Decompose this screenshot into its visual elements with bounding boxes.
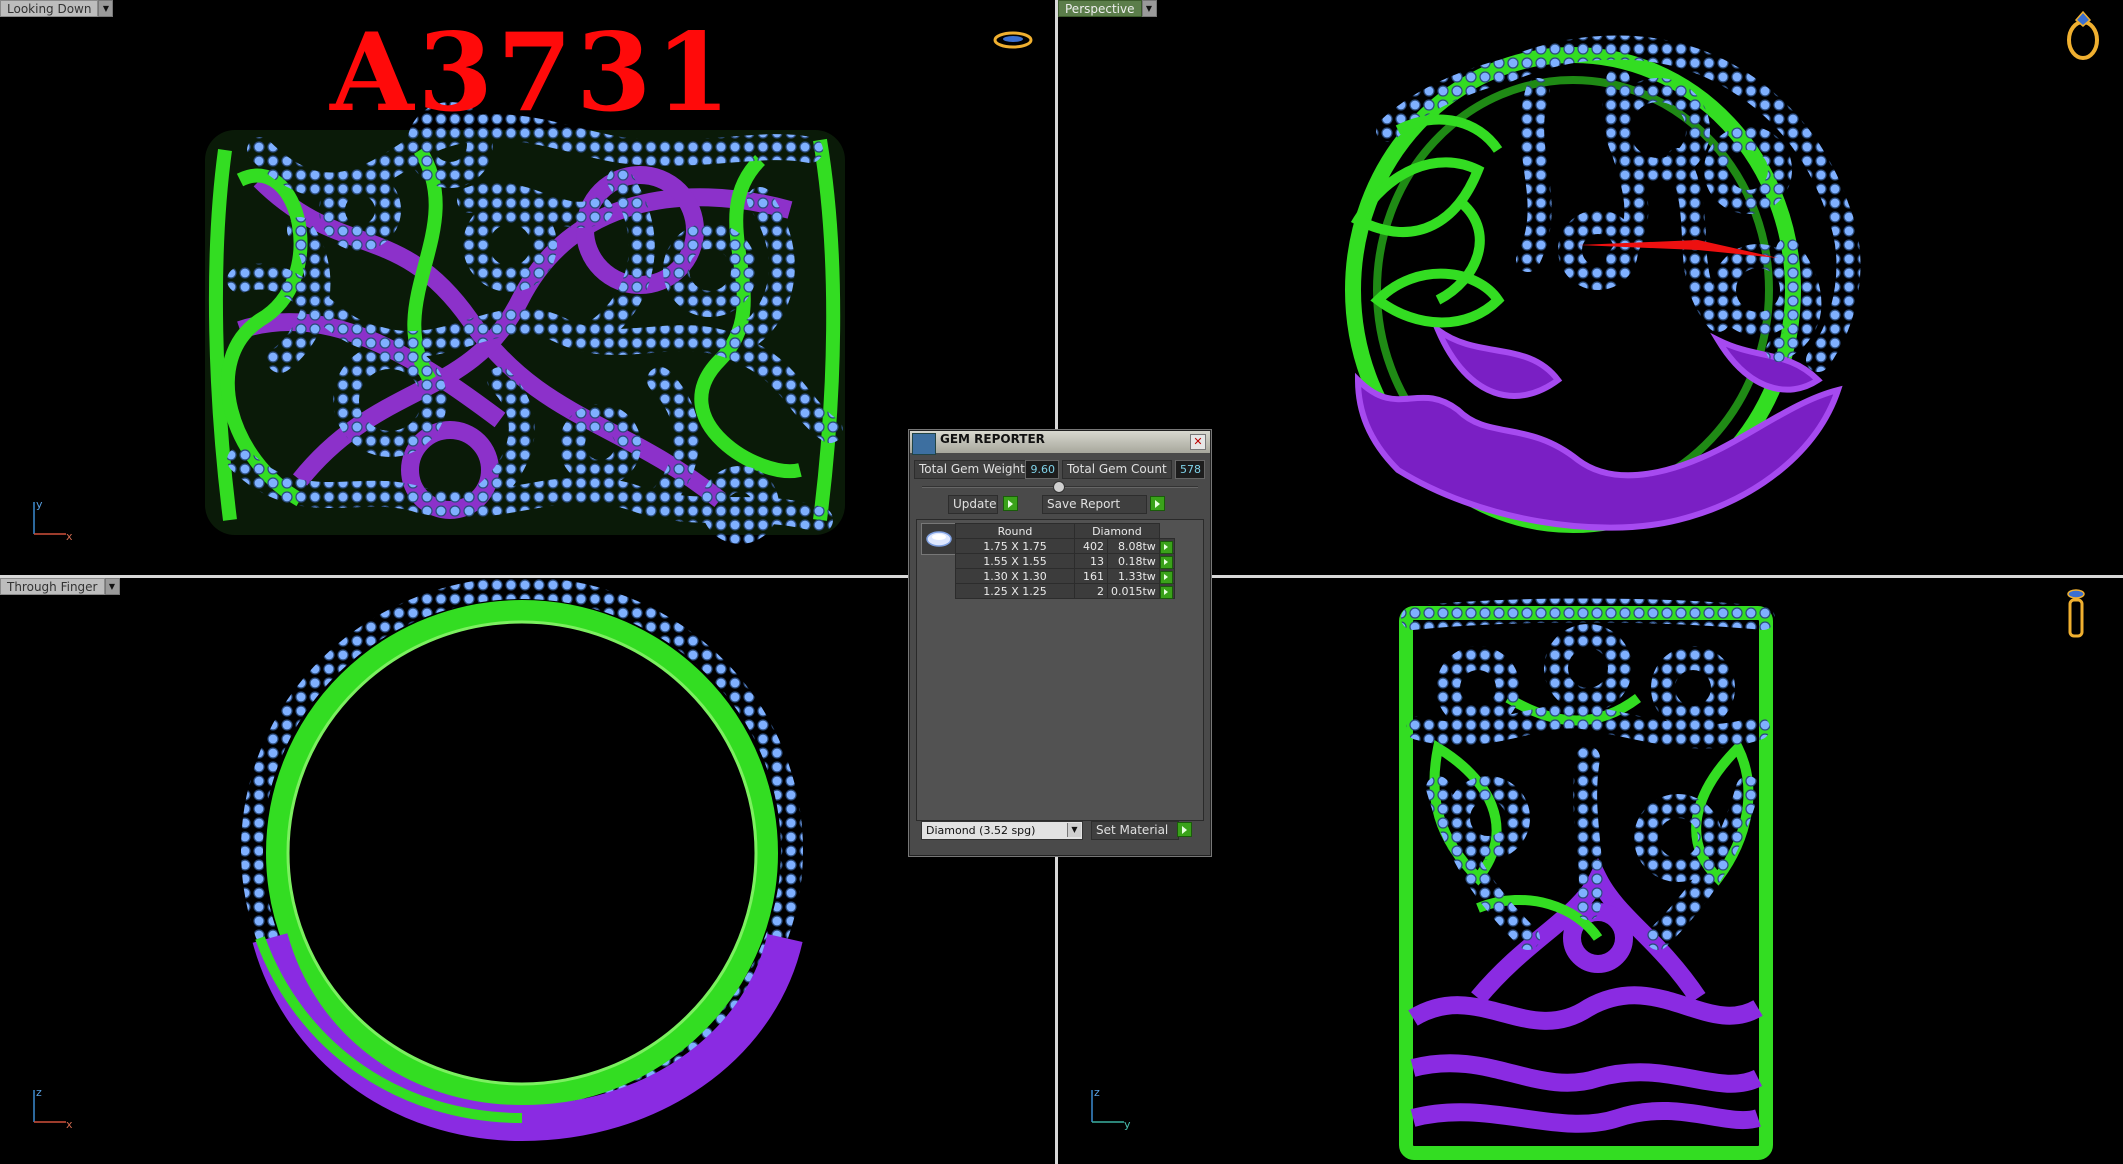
axis-indicator-icon: y x: [33, 498, 73, 543]
axis-indicator-icon: z x: [33, 1086, 73, 1131]
ring-side-render: [1399, 598, 1775, 1160]
set-material-go-icon[interactable]: [1177, 822, 1192, 837]
gem-size: 1.75 X 1.75: [955, 538, 1075, 554]
gem-table: Round Diamond 1.75 X 1.75 402 8.08tw 1.5…: [955, 523, 1175, 599]
material-select[interactable]: Diamond (3.52 spg) ▼: [921, 821, 1083, 840]
gem-count: 13: [1074, 553, 1108, 569]
ring-side-icon[interactable]: [2061, 586, 2091, 640]
gem-weight: 0.18tw: [1107, 553, 1160, 569]
gem-count: 2: [1074, 583, 1108, 599]
chevron-down-icon[interactable]: ▼: [1141, 0, 1157, 17]
axis-indicator-icon: z y: [1091, 1086, 1131, 1131]
table-row[interactable]: 1.30 X 1.30 161 1.33tw: [955, 568, 1175, 584]
material-select-value: Diamond (3.52 spg): [926, 824, 1036, 837]
close-icon[interactable]: ✕: [1190, 434, 1206, 450]
gem-size: 1.25 X 1.25: [955, 583, 1075, 599]
gem-count: 402: [1074, 538, 1108, 554]
gem-size: 1.55 X 1.55: [955, 553, 1075, 569]
viewport-through-finger[interactable]: Through Finger ▼ z x: [0, 578, 1055, 1164]
round-diamond-icon[interactable]: [921, 523, 957, 555]
row-select-icon[interactable]: [1159, 555, 1173, 569]
viewport-label-text: Looking Down: [0, 0, 99, 17]
gem-size: 1.30 X 1.30: [955, 568, 1075, 584]
ring-perspective-icon[interactable]: [2063, 8, 2103, 60]
chevron-down-icon[interactable]: ▼: [1067, 823, 1081, 837]
total-gem-weight-value: 9.60: [1025, 460, 1059, 479]
column-header-shape: Round: [955, 523, 1075, 539]
viewport-perspective[interactable]: Perspective ▼: [1058, 0, 2123, 575]
panel-splitter-knob[interactable]: [1053, 481, 1065, 493]
ring-front-render: [241, 578, 803, 1142]
gem-weight: 0.015tw: [1107, 583, 1160, 599]
total-gem-weight-label: Total Gem Weight: [914, 460, 1030, 479]
table-row[interactable]: 1.55 X 1.55 13 0.18tw: [955, 553, 1175, 569]
viewport-looking-down[interactable]: A3731 Looking Down ▼ y x: [0, 0, 1055, 575]
viewport-side[interactable]: z y: [1058, 578, 2123, 1164]
chevron-down-icon[interactable]: ▼: [104, 578, 120, 595]
viewport-label-text: Through Finger: [0, 578, 105, 595]
svg-text:y: y: [36, 498, 43, 511]
row-select-icon[interactable]: [1159, 540, 1173, 554]
svg-text:y: y: [1124, 1118, 1131, 1131]
update-button[interactable]: Update: [948, 495, 998, 514]
row-select-icon[interactable]: [1159, 585, 1173, 599]
viewport-label-through-finger[interactable]: Through Finger ▼: [0, 578, 120, 595]
table-row[interactable]: 1.25 X 1.25 2 0.015tw: [955, 583, 1175, 599]
gem-list-area[interactable]: Round Diamond 1.75 X 1.75 402 8.08tw 1.5…: [916, 519, 1204, 821]
gem-reporter-title: GEM REPORTER: [940, 432, 1045, 446]
table-row[interactable]: 1.75 X 1.75 402 8.08tw: [955, 538, 1175, 554]
column-header-material: Diamond: [1074, 523, 1160, 539]
save-report-go-icon[interactable]: [1150, 496, 1165, 511]
gem-reporter-panel: GEM REPORTER ✕ Total Gem Weight 9.60 Tot…: [909, 430, 1211, 856]
update-go-icon[interactable]: [1003, 496, 1018, 511]
row-select-icon[interactable]: [1159, 570, 1173, 584]
svg-text:x: x: [66, 1118, 73, 1131]
viewport-label-text: Perspective: [1058, 0, 1142, 17]
gem-weight: 8.08tw: [1107, 538, 1160, 554]
chevron-down-icon[interactable]: ▼: [98, 0, 114, 17]
viewport-label-looking-down[interactable]: Looking Down ▼: [0, 0, 114, 17]
svg-text:z: z: [36, 1086, 42, 1099]
model-id-title: A3731: [330, 10, 735, 136]
svg-text:z: z: [1094, 1086, 1100, 1099]
viewport-label-perspective[interactable]: Perspective ▼: [1058, 0, 1157, 17]
gem-reporter-app-icon: [912, 433, 936, 455]
gem-reporter-titlebar[interactable]: GEM REPORTER ✕: [910, 431, 1210, 455]
ring-top-icon[interactable]: [993, 28, 1033, 52]
save-report-button[interactable]: Save Report: [1042, 495, 1147, 514]
total-gem-count-value: 578: [1175, 460, 1205, 479]
svg-text:x: x: [66, 530, 73, 543]
gem-count: 161: [1074, 568, 1108, 584]
ring-perspective-render: [1345, 35, 1861, 533]
gem-weight: 1.33tw: [1107, 568, 1160, 584]
total-gem-count-label: Total Gem Count: [1062, 460, 1172, 479]
set-material-button[interactable]: Set Material: [1091, 821, 1179, 840]
